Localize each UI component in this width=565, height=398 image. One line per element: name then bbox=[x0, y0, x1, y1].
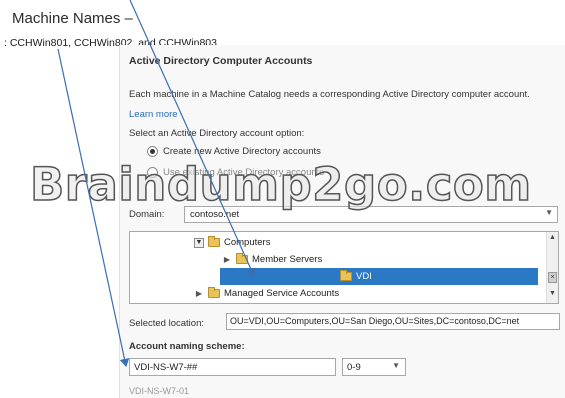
chevron-down-icon: ▼ bbox=[392, 361, 400, 370]
folder-icon bbox=[208, 236, 220, 247]
expand-arrow-icon[interactable]: ▶ bbox=[194, 289, 204, 298]
tree-item-member-servers[interactable]: ▶ Member Servers bbox=[130, 251, 558, 268]
radio-selected-icon bbox=[147, 146, 158, 157]
selected-location-label: Selected location: bbox=[129, 318, 204, 329]
create-new-accounts-radio[interactable]: Create new Active Directory accounts bbox=[147, 146, 321, 157]
naming-type-value: 0-9 bbox=[347, 362, 361, 373]
tree-item-managed-service-accounts[interactable]: ▶ Managed Service Accounts bbox=[130, 285, 558, 302]
account-option-label: Select an Active Directory account optio… bbox=[129, 128, 305, 139]
selected-location-field: OU=VDI,OU=Computers,OU=San Diego,OU=Site… bbox=[226, 313, 560, 330]
folder-icon bbox=[340, 270, 352, 281]
machine-names-heading: Machine Names – bbox=[12, 10, 133, 27]
panel-title: Active Directory Computer Accounts bbox=[129, 55, 313, 67]
tree-item-label: Computers bbox=[224, 237, 271, 248]
scroll-up-icon[interactable]: ▲ bbox=[547, 234, 558, 245]
tree-item-computers[interactable]: ▼ Computers bbox=[130, 234, 558, 251]
naming-scheme-label: Account naming scheme: bbox=[129, 341, 245, 352]
watermark-logo: Braindump2go.com bbox=[29, 157, 532, 212]
panel-description: Each machine in a Machine Catalog needs … bbox=[129, 89, 530, 100]
ad-accounts-panel: Active Directory Computer Accounts Each … bbox=[119, 45, 565, 398]
naming-scheme-input[interactable]: VDI-NS-W7-## bbox=[129, 358, 336, 376]
tree-item-vdi[interactable]: VDI bbox=[220, 268, 538, 285]
scroll-down-icon[interactable]: ▼ bbox=[547, 290, 558, 301]
collapse-icon[interactable]: ▼ bbox=[194, 237, 204, 248]
tree-scrollbar[interactable]: ▲ × ▼ bbox=[546, 232, 558, 303]
chevron-down-icon: ▼ bbox=[545, 208, 553, 217]
tree-item-label: VDI bbox=[356, 271, 372, 282]
scroll-thumb[interactable]: × bbox=[548, 272, 557, 283]
learn-more-link[interactable]: Learn more bbox=[129, 109, 178, 120]
expand-arrow-icon[interactable]: ▶ bbox=[222, 255, 232, 264]
folder-icon bbox=[236, 253, 248, 264]
tree-item-label: Managed Service Accounts bbox=[224, 288, 340, 299]
ou-tree[interactable]: ▼ Computers ▶ Member Servers VDI ▶ Manag… bbox=[129, 231, 559, 304]
create-new-accounts-label: Create new Active Directory accounts bbox=[163, 146, 321, 157]
naming-type-select[interactable]: 0-9 ▼ bbox=[342, 358, 406, 376]
folder-icon bbox=[208, 287, 220, 298]
tree-item-label: Member Servers bbox=[252, 254, 323, 265]
naming-preview: VDI-NS-W7-01 bbox=[129, 386, 190, 396]
